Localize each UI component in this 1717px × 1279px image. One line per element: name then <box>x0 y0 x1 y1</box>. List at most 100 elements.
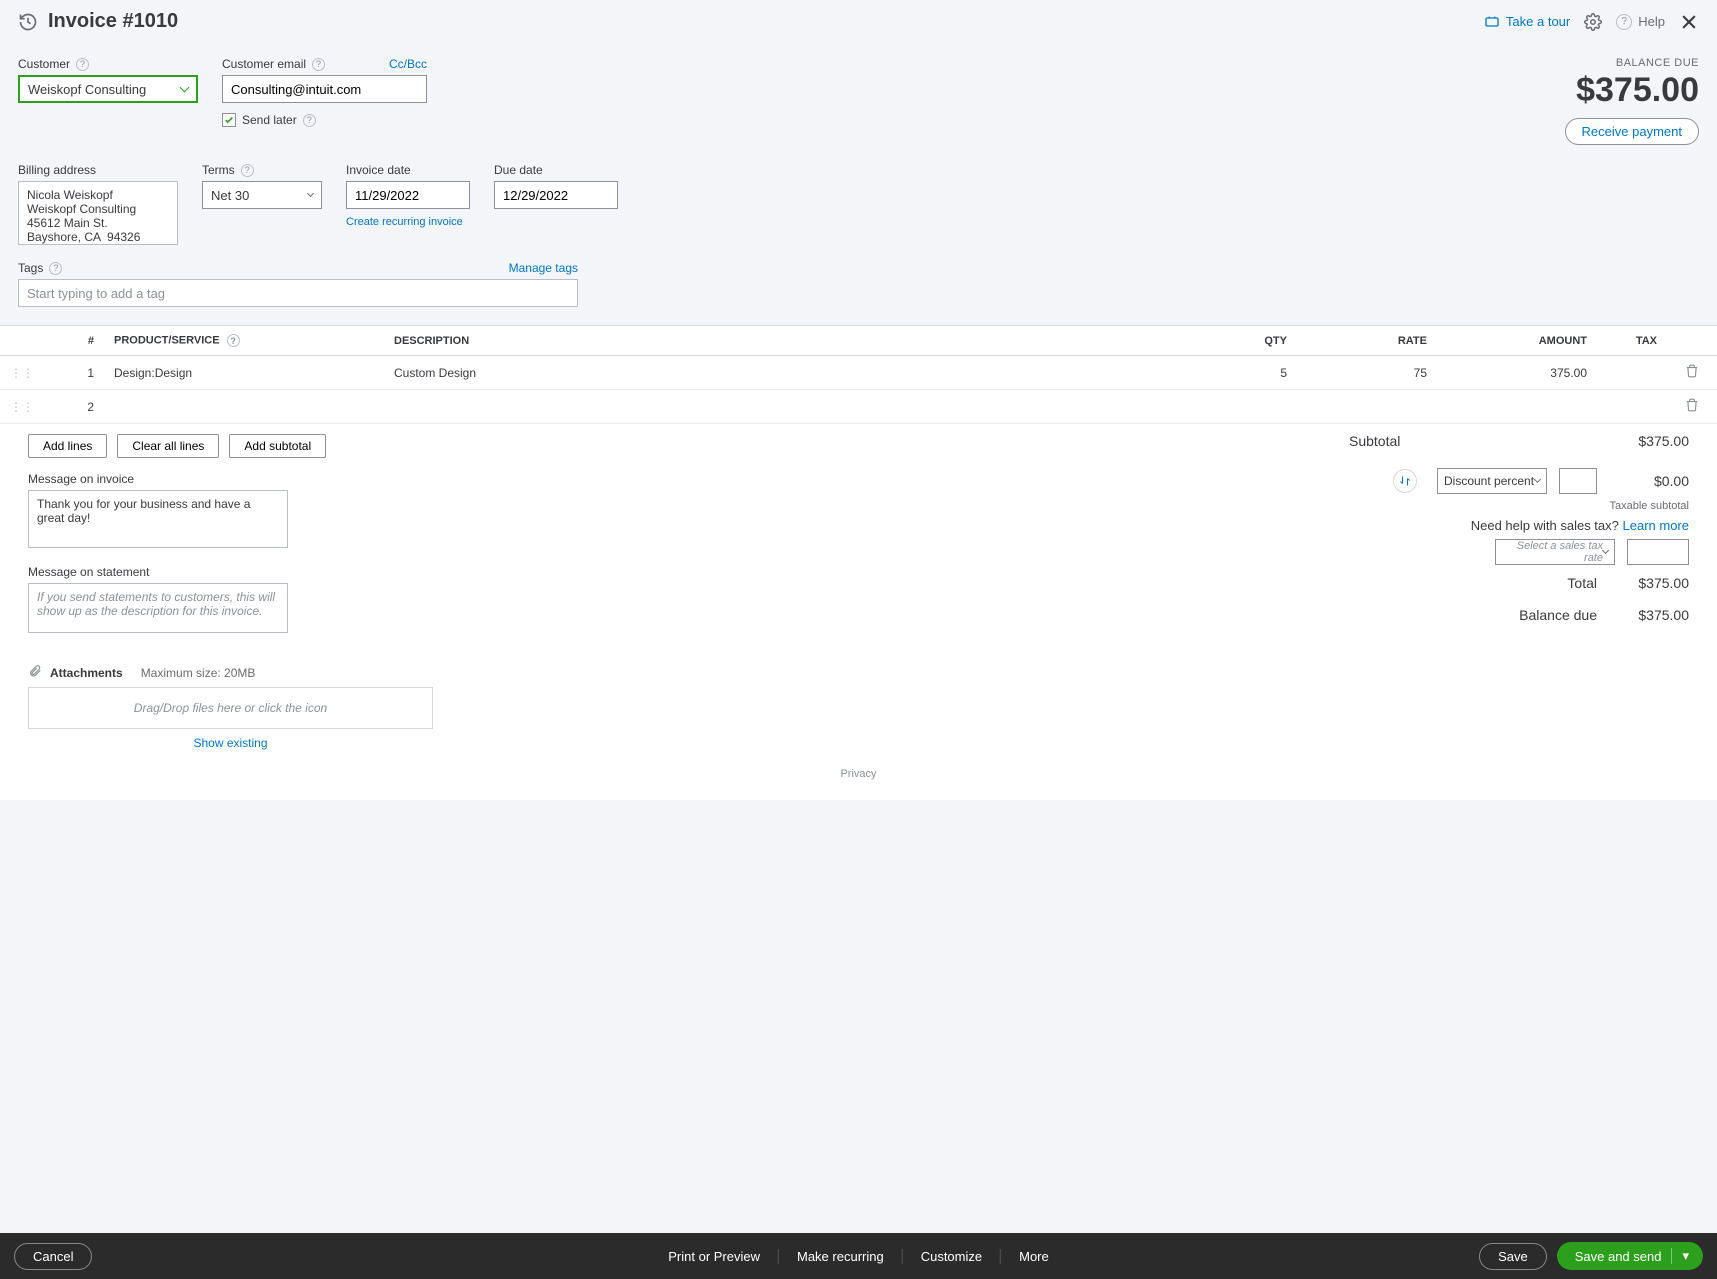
history-icon[interactable] <box>18 12 38 32</box>
customer-field: Customer ? Weiskopf Consulting <box>18 57 198 145</box>
save-and-send-button[interactable]: Save and send ▾ <box>1557 1242 1703 1270</box>
terms-label: Terms <box>202 163 235 177</box>
dropzone-text: Drag/Drop files here or click the icon <box>134 701 327 715</box>
cell-rate[interactable] <box>1297 390 1437 424</box>
balance-block: BALANCE DUE $375.00 Receive payment <box>1565 57 1699 145</box>
cell-product[interactable]: Design:Design <box>104 356 384 390</box>
add-subtotal-button[interactable]: Add subtotal <box>229 434 326 458</box>
attachments-dropzone[interactable]: Drag/Drop files here or click the icon <box>28 687 433 729</box>
billing-label: Billing address <box>18 163 178 177</box>
table-row[interactable]: ⋮⋮ 1 Design:Design Custom Design 5 75 37… <box>0 356 1717 390</box>
cc-bcc-link[interactable]: Cc/Bcc <box>389 57 427 71</box>
cell-tax[interactable] <box>1597 390 1667 424</box>
invoice-date-field: Invoice date Create recurring invoice <box>346 163 470 245</box>
swap-icon[interactable] <box>1393 469 1417 493</box>
th-tax: TAX <box>1597 326 1667 356</box>
terms-value: Net 30 <box>211 188 249 203</box>
due-date-label: Due date <box>494 163 618 177</box>
msg-statement-input[interactable] <box>28 583 288 633</box>
balance-due-amount: $375.00 <box>1565 71 1699 110</box>
balance-due-label: Balance due <box>1519 607 1597 623</box>
help-icon[interactable]: ? <box>76 58 89 71</box>
cell-num: 1 <box>44 356 104 390</box>
cell-tax[interactable] <box>1597 356 1667 390</box>
create-recurring-link[interactable]: Create recurring invoice <box>346 216 470 228</box>
print-preview-button[interactable]: Print or Preview <box>650 1249 779 1264</box>
email-input[interactable] <box>222 75 427 103</box>
cell-amount[interactable] <box>1437 390 1597 424</box>
sales-tax-amount-input[interactable] <box>1627 539 1689 565</box>
save-button[interactable]: Save <box>1479 1243 1547 1270</box>
th-rate: RATE <box>1297 326 1437 356</box>
sales-tax-select[interactable]: Select a sales tax rate <box>1495 539 1615 565</box>
form-area: Customer ? Weiskopf Consulting Customer … <box>0 43 1717 325</box>
take-tour-link[interactable]: Take a tour <box>1484 14 1570 30</box>
make-recurring-button[interactable]: Make recurring <box>779 1249 903 1264</box>
help-icon[interactable]: ? <box>312 58 325 71</box>
cell-desc[interactable] <box>384 390 1167 424</box>
subtotal-label: Subtotal <box>1349 433 1400 449</box>
th-num: # <box>44 326 104 356</box>
invoice-date-input[interactable] <box>346 181 470 209</box>
trash-icon[interactable] <box>1685 401 1699 415</box>
discount-value: $0.00 <box>1609 473 1689 489</box>
paperclip-icon <box>28 664 42 681</box>
msg-invoice-input[interactable] <box>28 490 288 548</box>
customize-button[interactable]: Customize <box>903 1249 1001 1264</box>
send-later-checkbox[interactable] <box>222 113 236 127</box>
manage-tags-link[interactable]: Manage tags <box>509 261 578 275</box>
tags-input[interactable] <box>18 279 578 307</box>
more-button[interactable]: More <box>1001 1249 1067 1264</box>
cell-amount[interactable]: 375.00 <box>1437 356 1597 390</box>
help-icon[interactable]: ? <box>227 334 240 347</box>
th-qty: QTY <box>1167 326 1297 356</box>
email-field-wrap: Customer email ? Cc/Bcc Send later ? <box>222 57 427 145</box>
terms-select[interactable]: Net 30 <box>202 181 322 209</box>
billing-input[interactable] <box>18 181 178 245</box>
take-tour-label: Take a tour <box>1506 14 1570 29</box>
subtotal-value: $375.00 <box>1638 433 1689 449</box>
help-icon[interactable]: ? <box>49 262 62 275</box>
privacy-link[interactable]: Privacy <box>0 768 1717 780</box>
cell-desc[interactable]: Custom Design <box>384 356 1167 390</box>
discount-select[interactable]: Discount percent <box>1437 468 1547 494</box>
cell-rate[interactable]: 75 <box>1297 356 1437 390</box>
sales-tax-help-text: Need help with sales tax? <box>1471 518 1619 533</box>
discount-percent-input[interactable] <box>1559 468 1597 494</box>
chevron-down-icon: ▾ <box>1671 1248 1689 1264</box>
help-icon[interactable]: ? <box>241 164 254 177</box>
billing-field: Billing address <box>18 163 178 245</box>
drag-handle-icon[interactable]: ⋮⋮ <box>10 400 34 414</box>
chevron-down-icon <box>1602 547 1609 554</box>
customer-select[interactable]: Weiskopf Consulting <box>18 75 198 103</box>
help-icon[interactable]: ? <box>303 114 316 127</box>
learn-more-link[interactable]: Learn more <box>1623 518 1689 533</box>
due-date-field: Due date <box>494 163 618 245</box>
save-send-label: Save and send <box>1575 1249 1662 1264</box>
page-title: Invoice #1010 <box>48 10 178 33</box>
table-row[interactable]: ⋮⋮ 2 <box>0 390 1717 424</box>
cell-qty[interactable]: 5 <box>1167 356 1297 390</box>
cancel-button[interactable]: Cancel <box>14 1243 92 1270</box>
chevron-down-icon <box>1534 476 1541 483</box>
msg-statement-label: Message on statement <box>28 565 448 579</box>
clear-all-lines-button[interactable]: Clear all lines <box>117 434 219 458</box>
help-icon: ? <box>1616 14 1632 30</box>
trash-icon[interactable] <box>1685 367 1699 381</box>
line-items-area: # PRODUCT/SERVICE ? DESCRIPTION QTY RATE… <box>0 325 1717 800</box>
receive-payment-button[interactable]: Receive payment <box>1565 118 1699 145</box>
discount-label: Discount percent <box>1444 474 1534 488</box>
settings-icon[interactable] <box>1584 13 1602 31</box>
balance-due-label: BALANCE DUE <box>1565 57 1699 69</box>
due-date-input[interactable] <box>494 181 618 209</box>
show-existing-link[interactable]: Show existing <box>193 736 267 750</box>
cell-qty[interactable] <box>1167 390 1297 424</box>
total-label: Total <box>1567 575 1597 591</box>
close-icon[interactable] <box>1679 12 1699 32</box>
sales-tax-placeholder: Select a sales tax rate <box>1502 540 1603 564</box>
add-lines-button[interactable]: Add lines <box>28 434 107 458</box>
th-product: PRODUCT/SERVICE <box>114 335 220 347</box>
drag-handle-icon[interactable]: ⋮⋮ <box>10 366 34 380</box>
cell-product[interactable] <box>104 390 384 424</box>
help-link[interactable]: ? Help <box>1616 14 1665 30</box>
